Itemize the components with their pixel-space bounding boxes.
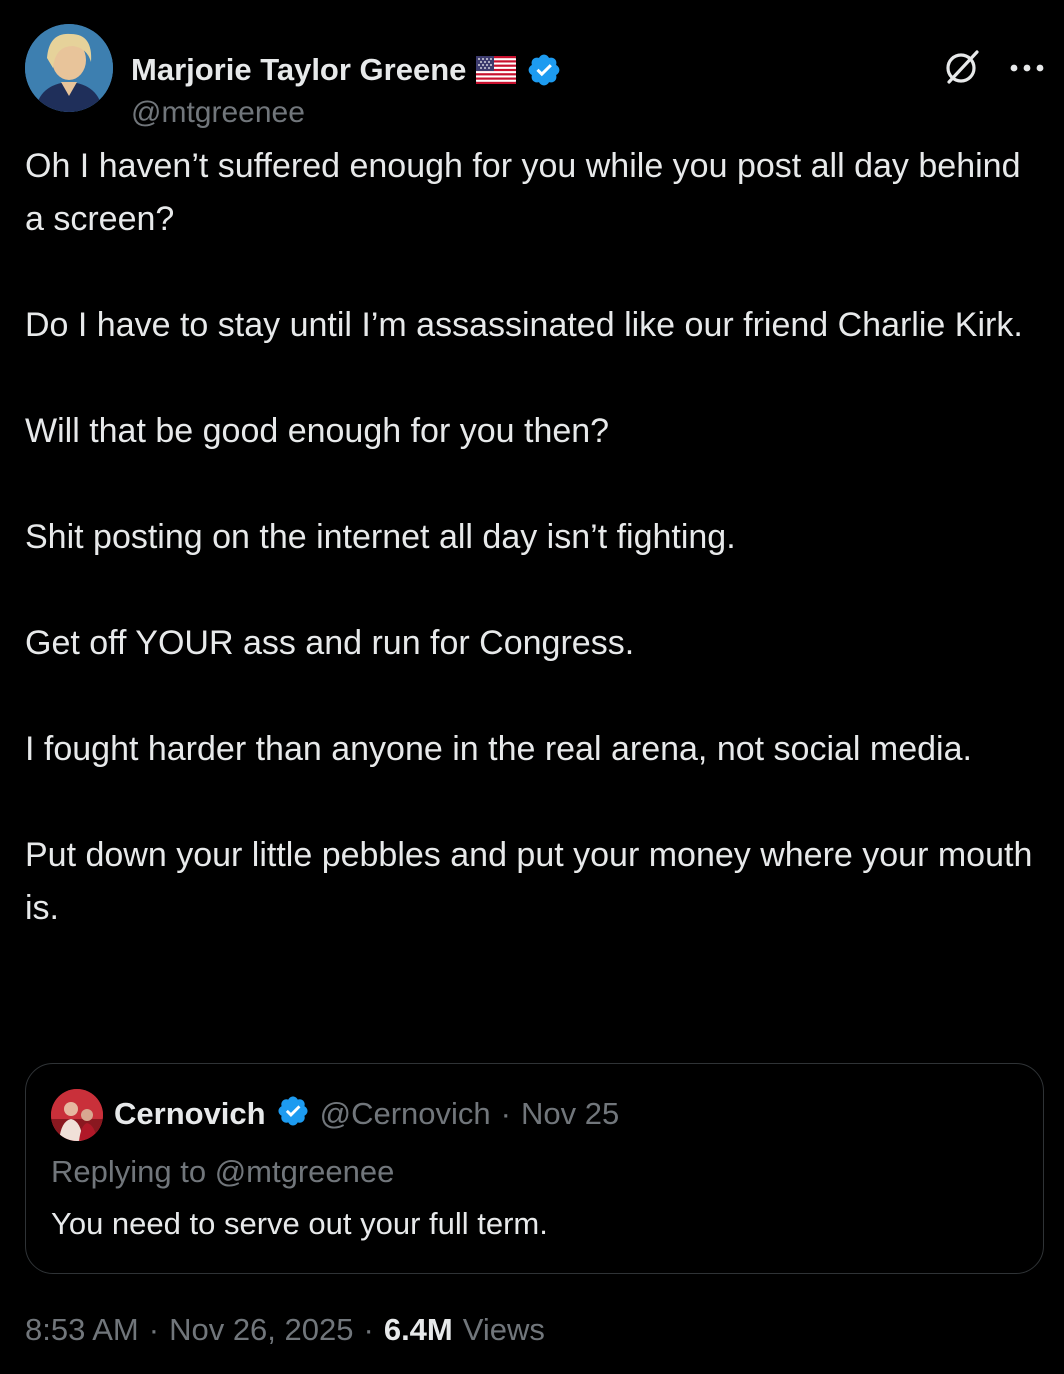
tweet-paragraph: Shit posting on the internet all day isn… [25,518,736,556]
tweet-paragraph: Put down your little pebbles and put you… [25,836,1033,927]
quoted-author-row: Cernovich @Cernovich · Nov 25 [114,1094,619,1133]
tweet-header: Marjorie Taylor Greene @mtgreenee [25,24,1045,129]
views-label: Views [462,1312,545,1347]
separator-dot: · [148,1312,160,1347]
author-name[interactable]: Marjorie Taylor Greene [131,52,466,88]
tweet-card: Marjorie Taylor Greene @mtgreenee Oh I h… [0,0,1064,1374]
grok-icon[interactable] [941,46,983,93]
views-count[interactable]: 6.4M [384,1312,453,1348]
us-flag-icon [476,56,517,84]
quoted-author-handle[interactable]: @Cernovich [320,1096,491,1132]
tweet-date[interactable]: Nov 26, 2025 [169,1312,353,1348]
verified-badge-icon[interactable] [526,52,562,88]
separator-dot: · [500,1095,511,1131]
separator-dot: · [363,1312,374,1347]
tweet-actions-top [941,46,1045,93]
quoted-date[interactable]: Nov 25 [521,1096,619,1132]
tweet-paragraph: Do I have to stay until I’m assassinated… [25,306,1023,344]
more-options-icon[interactable] [1009,61,1045,79]
tweet-meta: 8:53 AM · Nov 26, 2025 · 6.4M Views [25,1312,545,1348]
tweet-paragraph: I fought harder than anyone in the real … [25,730,972,768]
quoted-author-avatar[interactable] [51,1089,103,1141]
author-avatar[interactable] [25,24,113,112]
author-handle[interactable]: @mtgreenee [131,96,305,130]
tweet-paragraph: Get off YOUR ass and run for Congress. [25,624,635,662]
tweet-paragraph: Oh I haven’t suffered enough for you whi… [25,147,1021,238]
quoted-text: You need to serve out your full term. [51,1206,548,1241]
verified-badge-icon[interactable] [276,1094,310,1133]
quoted-tweet[interactable]: Cernovich @Cernovich · Nov 25 Replying t… [25,1063,1044,1274]
tweet-body: Oh I haven’t suffered enough for you whi… [25,140,1045,988]
author-name-row: Marjorie Taylor Greene [131,50,562,90]
quoted-replying-to: Replying to @mtgreenee [51,1154,395,1189]
tweet-paragraph: Will that be good enough for you then? [25,412,610,450]
tweet-time[interactable]: 8:53 AM [25,1312,139,1348]
quoted-author-name[interactable]: Cernovich [114,1096,266,1132]
